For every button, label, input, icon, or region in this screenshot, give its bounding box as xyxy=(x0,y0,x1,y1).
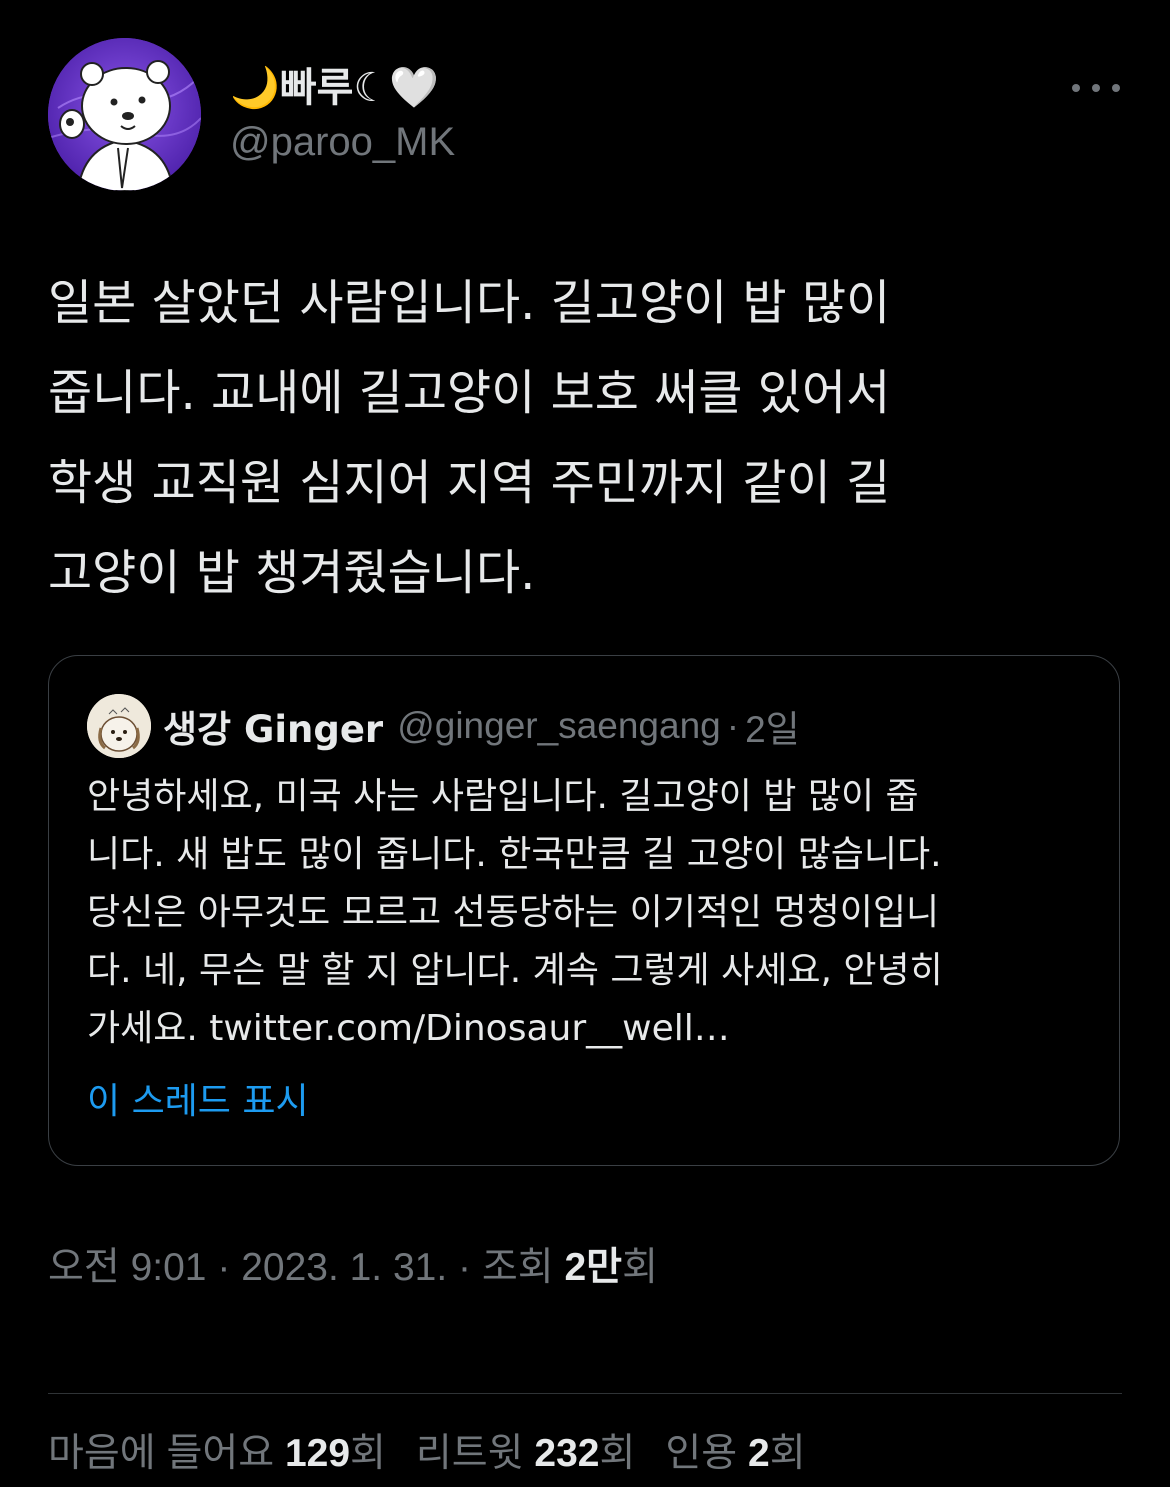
quotes-count: 2 xyxy=(747,1432,770,1475)
more-options-icon[interactable] xyxy=(1072,72,1120,104)
views-count: 2만 xyxy=(564,1246,623,1289)
retweets-suffix: 회 xyxy=(599,1432,636,1475)
tweet-text-line: 고양이 밥 챙겨줬습니다. xyxy=(48,545,536,601)
quoted-text-line: 가세요. twitter.com/Dinosaur__well… xyxy=(87,1008,730,1049)
tweet-metadata: 오전 9:01 · 2023. 1. 31. · 조회 2만회 xyxy=(48,1238,658,1298)
separator-dot: · xyxy=(206,1246,242,1289)
divider xyxy=(48,1393,1122,1394)
separator-dot: · xyxy=(447,1246,482,1289)
quotes-suffix: 회 xyxy=(769,1432,806,1475)
polar-bear-avatar-icon xyxy=(48,38,201,191)
separator-dot: · xyxy=(726,705,740,746)
tweet-date[interactable]: 2023. 1. 31. xyxy=(241,1246,447,1289)
quoted-author-name[interactable]: 생강 Ginger xyxy=(163,699,383,753)
tweet-time[interactable]: 오전 9:01 xyxy=(48,1246,207,1289)
quoted-text-line: 안녕하세요, 미국 사는 사람입니다. 길고양이 밥 많이 줍 xyxy=(87,776,919,817)
more-dot xyxy=(1072,84,1080,92)
author-handle[interactable]: @paroo_MK xyxy=(230,116,455,168)
engagement-stats: 마음에 들어요 129회 리트윗 232회 인용 2회 xyxy=(48,1424,836,1484)
author-avatar[interactable] xyxy=(48,38,201,191)
tweet-text-line: 학생 교직원 심지어 지역 주민까지 같이 길 xyxy=(48,455,891,511)
quoted-tweet-body: 안녕하세요, 미국 사는 사람입니다. 길고양이 밥 많이 줍 니다. 새 밥도… xyxy=(87,768,1087,1058)
likes-suffix: 회 xyxy=(350,1432,386,1475)
more-dot xyxy=(1112,84,1120,92)
quoted-text-line: 다. 네, 무슨 말 할 지 압니다. 계속 그렇게 사세요, 안녕히 xyxy=(87,950,943,991)
author-display-name[interactable]: 🌙빠루☾🤍 xyxy=(230,60,455,116)
retweets-count: 232 xyxy=(534,1432,600,1475)
tweet-body: 일본 살았던 사람입니다. 길고양이 밥 많이 줍니다. 교내에 길고양이 보호… xyxy=(48,258,1122,618)
tweet-text-line: 줍니다. 교내에 길고양이 보호 써클 있어서 xyxy=(48,365,891,421)
likes-count: 129 xyxy=(284,1432,351,1475)
quoted-tweet-time[interactable]: 2일 xyxy=(745,699,800,753)
quotes-label: 인용 xyxy=(665,1432,748,1475)
tweet-header: 🌙빠루☾🤍 @paroo_MK xyxy=(48,38,1122,193)
quoted-author-handle[interactable]: @ginger_saengang xyxy=(397,705,721,747)
likes-stat[interactable]: 마음에 들어요 129회 xyxy=(48,1424,386,1484)
tweet-text-line: 일본 살았던 사람입니다. 길고양이 밥 많이 xyxy=(48,275,891,331)
quoted-tweet-card[interactable]: 생강 Ginger @ginger_saengang · 2일 안녕하세요, 미… xyxy=(48,655,1120,1166)
quotes-stat[interactable]: 인용 2회 xyxy=(665,1424,805,1484)
retweets-stat[interactable]: 리트윗 232회 xyxy=(416,1424,635,1484)
quoted-text-line: 당신은 아무것도 모르고 선동당하는 이기적인 멍청이입니 xyxy=(87,892,940,933)
more-dot xyxy=(1092,84,1100,92)
quoted-text-line: 니다. 새 밥도 많이 줍니다. 한국만큼 길 고양이 많습니다. xyxy=(87,834,942,875)
retweets-label: 리트윗 xyxy=(415,1432,535,1475)
quoted-author-avatar[interactable] xyxy=(87,694,151,758)
views-suffix: 회 xyxy=(622,1246,658,1289)
author-info[interactable]: 🌙빠루☾🤍 @paroo_MK xyxy=(230,60,455,168)
likes-label: 마음에 들어요 xyxy=(48,1432,285,1475)
dog-drawing-avatar-icon xyxy=(87,694,151,758)
show-thread-link[interactable]: 이 스레드 표시 xyxy=(87,1073,309,1131)
views-label: 조회 xyxy=(481,1246,565,1289)
quoted-tweet-header: 생강 Ginger @ginger_saengang · 2일 xyxy=(87,694,800,758)
